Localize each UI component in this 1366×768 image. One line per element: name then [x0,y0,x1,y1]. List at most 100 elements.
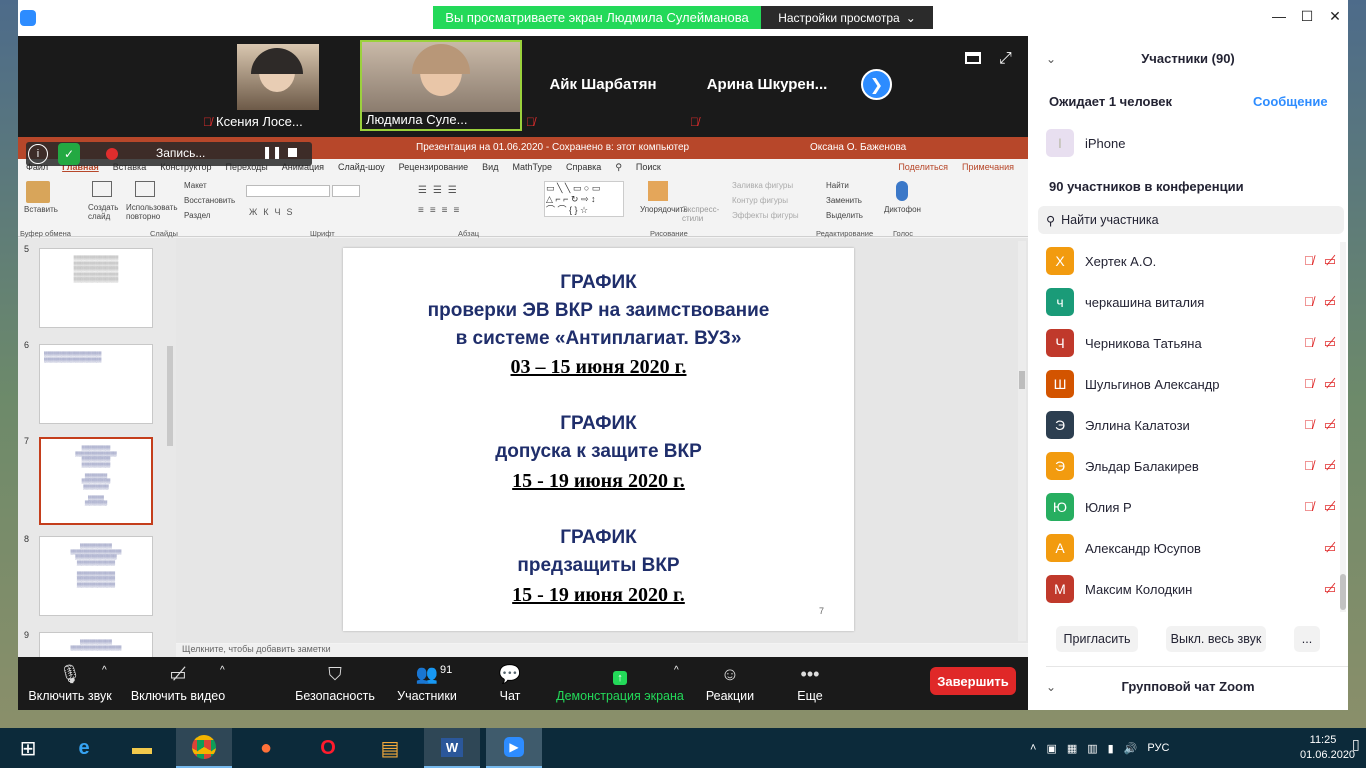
menu-item[interactable]: Рецензирование [399,162,469,172]
tray-up-icon[interactable]: ˄ [1030,742,1036,754]
opera-icon[interactable]: O [300,728,356,768]
video-tile[interactable]: Айк Шарбатян 🎙̸ [522,40,684,131]
participant-row[interactable]: Ш Шульгинов Александр 🎙̸ ▭̸ [1046,369,1336,399]
slide-thumbnail[interactable]: ▒▒▒▒▒▒▒▒▒▒▒▒▒▒▒▒▒▒▒▒▒▒▒▒▒▒▒▒▒▒▒▒▒▒▒▒▒▒▒▒… [39,536,153,616]
more-button[interactable]: ••• Еще [790,657,830,710]
unmute-button[interactable]: 🎙 Включить звук [28,657,112,710]
archive-icon[interactable]: ▤ [362,728,418,768]
zoom-app-icon[interactable]: ▶ [486,728,542,768]
volume-icon[interactable]: 🔊 [1124,742,1138,755]
fullscreen-icon[interactable]: ⤢ [999,50,1012,68]
participant-row[interactable]: ч черкашина виталия 🎙̸ ▭̸ [1046,287,1336,317]
shape-outline-button[interactable]: Контур фигуры [732,196,788,205]
participant-row[interactable]: Ю Юлия Р 🎙̸ ▭̸ [1046,492,1336,522]
shape-effects-button[interactable]: Эффекты фигуры [732,211,799,220]
file-explorer-icon[interactable]: ▬ [114,728,170,768]
dictation-button[interactable]: Диктофон [884,205,921,214]
tray-app-icon[interactable]: ▣ [1046,742,1056,755]
arrange-button[interactable]: Упорядочить [640,205,688,214]
thumb-number: 5 [24,244,30,254]
participant-row[interactable]: Э Эльдар Балакирев 🎙̸ ▭̸ [1046,451,1336,481]
video-tile[interactable]: 🎙̸ Ксения Лосе... [199,40,359,131]
more-options-button[interactable]: ... [1294,626,1320,652]
windows-start-icon[interactable]: ⊞ [0,728,56,768]
notifications-icon[interactable]: ▯ [1352,736,1360,753]
slide-thumbnail[interactable]: ▒▒▒▒▒▒▒▒▒▒▒▒▒▒▒▒▒▒▒▒▒▒▒▒▒▒▒▒▒▒▒▒▒▒▒▒▒▒▒▒… [39,248,153,328]
clock[interactable]: 11:25 01.06.2020 [1300,733,1355,763]
replace-button[interactable]: Заменить [826,196,862,205]
notes-pane[interactable]: Щелкните, чтобы добавить заметки [176,644,1028,657]
tray-app-icon[interactable]: ▦ [1067,742,1077,755]
scrollbar-thumb[interactable] [1340,574,1346,610]
security-button[interactable]: ⛉ Безопасность [294,657,376,710]
menu-search[interactable]: Поиск [636,162,661,172]
shield-check-icon[interactable]: ✓ [58,143,80,165]
shapes-gallery[interactable]: ▭ ╲ ╲ ▭ ○ ▭ △ ⌐ ⌐ ↻ ⇨ ↕ ⌒ ⌒ { } ☆ [544,181,624,217]
view-settings-button[interactable]: Настройки просмотра ⌄ [761,6,933,29]
paste-button[interactable]: Вставить [24,205,58,214]
participant-row[interactable]: М Максим Колодкин ▭̸ [1046,574,1336,604]
share-screen-button[interactable]: ↑ Демонстрация экрана [556,657,684,710]
participant-row[interactable]: Ч Черникова Татьяна 🎙̸ ▭̸ [1046,328,1336,358]
section-button[interactable]: Раздел [184,211,210,220]
tray-app-icon[interactable]: ▥ [1087,742,1097,755]
info-icon[interactable]: i [28,144,48,164]
stop-icon[interactable] [288,148,297,157]
search-field[interactable]: ⚲ Найти участника [1038,206,1344,234]
slide-scrollbar[interactable] [1018,241,1026,641]
comments-button[interactable]: Примечания [962,162,1014,172]
menu-item[interactable]: Слайд-шоу [338,162,385,172]
layout-button[interactable]: Макет [184,181,207,190]
share-button[interactable]: Поделиться [898,162,948,172]
font-name-field[interactable] [246,185,330,197]
scrollbar-thumb[interactable] [1019,371,1025,389]
internet-explorer-icon[interactable]: e [56,728,112,768]
menu-item[interactable]: Вид [482,162,498,172]
current-slide[interactable]: ГРАФИК проверки ЭВ ВКР на заимствование … [343,248,854,631]
chrome-icon[interactable] [176,728,232,768]
menu-item[interactable]: Справка [566,162,601,172]
restore-button[interactable]: Восстановить [184,196,235,205]
slide-thumbnail[interactable]: ▒▒▒▒▒▒▒▒▒▒▒▒▒▒▒▒▒▒ ▒▒▒▒▒▒▒▒▒▒▒▒▒▒▒▒▒▒ [39,344,153,424]
participant-row[interactable]: Х Хертек А.О. 🎙̸ ▭̸ [1046,246,1336,276]
shape-fill-button[interactable]: Заливка фигуры [732,181,793,190]
chevron-up-icon[interactable]: ^ [220,665,225,676]
video-tile-speaking[interactable]: Людмила Суле... [360,40,522,131]
next-page-arrow-icon[interactable]: ❯ [861,69,892,100]
find-button[interactable]: Найти [826,181,849,190]
invite-button[interactable]: Пригласить [1056,626,1138,652]
reuse-button[interactable]: Использовать повторно [126,203,177,221]
participant-row[interactable]: Э Эллина Калатози 🎙̸ ▭̸ [1046,410,1336,440]
chevron-up-icon[interactable]: ^ [674,665,679,676]
waiting-participant-row[interactable]: I iPhone [1046,128,1336,158]
reactions-button[interactable]: ☺ Реакции [700,657,760,710]
participants-scrollbar[interactable] [1340,242,1346,612]
thumbs-scrollbar[interactable] [167,346,173,446]
chevron-up-icon[interactable]: ^ [102,665,107,676]
close-icon[interactable]: ✕ [1318,4,1352,28]
font-size-field[interactable] [332,185,360,197]
layout-icon[interactable] [965,52,981,64]
express-styles-button[interactable]: Экспресс-стили [682,205,719,223]
participant-row[interactable]: А Александр Юсупов ▭̸ [1046,533,1336,563]
pause-icon[interactable]: ❚❚ [262,145,282,159]
video-off-icon: ▭̸ [1323,458,1336,473]
create-slide-button[interactable]: Создать слайд [88,203,122,221]
menu-item[interactable]: MathType [512,162,552,172]
start-video-button[interactable]: ▭̸ Включить видео [130,657,226,710]
slide-thumbnail[interactable]: ▒▒▒▒▒▒▒▒▒▒ ▒▒▒▒▒▒▒▒▒▒▒▒▒▒▒▒ [39,632,153,657]
firefox-icon[interactable]: ● [238,728,294,768]
language-indicator[interactable]: РУС [1147,742,1169,754]
slide-thumbnail-selected[interactable]: ▒▒▒▒▒▒▒▒▒ ▒▒▒▒▒▒▒▒▒▒▒▒▒ ▒▒▒▒▒▒▒▒▒ ▒▒▒▒▒▒▒▒▒… [39,437,153,525]
search-input[interactable]: Найти участника [1061,213,1158,227]
network-icon[interactable]: ▮ [1108,742,1114,755]
mute-all-button[interactable]: Выкл. весь звук [1166,626,1266,652]
word-icon[interactable]: W [424,728,480,768]
thumb-number: 6 [24,340,30,350]
video-tile[interactable]: Арина Шкурен... 🎙̸ [686,40,848,131]
chat-button[interactable]: 💬 Чат [488,657,532,710]
select-button[interactable]: Выделить [826,211,863,220]
video-off-icon: ▭̸ [169,664,187,684]
message-button[interactable]: Сообщение [1253,94,1328,109]
end-meeting-button[interactable]: Завершить [930,667,1016,695]
